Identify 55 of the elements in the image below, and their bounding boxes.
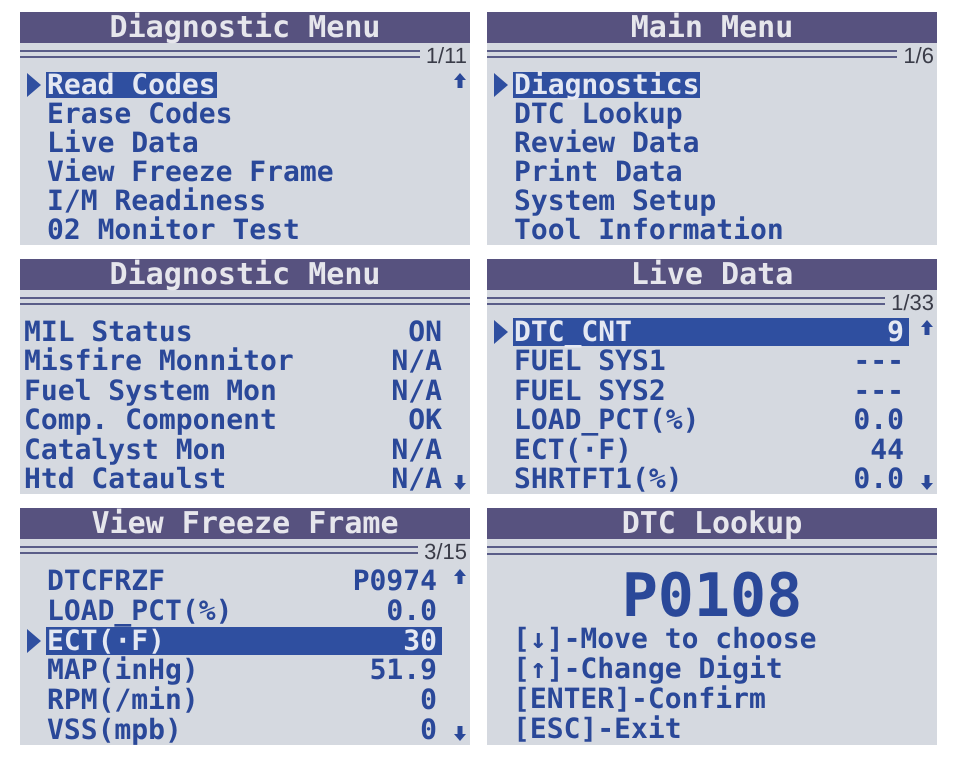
pointer-triangle-icon [27, 628, 41, 653]
menu-item[interactable]: Erase Codes [46, 100, 234, 127]
menu-item[interactable]: Tool Information [513, 217, 785, 244]
instruction-text: [ESC]-Exit [513, 714, 682, 744]
title-bar: View Freeze Frame [20, 508, 470, 539]
pointer-triangle-icon [27, 72, 41, 97]
status-label: Htd Cataulst [23, 466, 228, 492]
data-row[interactable]: RPM(/min) 0 [46, 686, 442, 714]
instruction-text: [↑]-Change Digit [513, 654, 783, 684]
status-label: Misfire Monnitor [23, 348, 295, 374]
status-value: N/A [391, 348, 442, 374]
page-counter: 3/15 [424, 540, 467, 563]
title-bar: Diagnostic Menu [20, 259, 470, 290]
pointer-triangle-icon [494, 320, 508, 344]
menu-item[interactable]: Live Data [46, 130, 200, 156]
title-bar: Live Data [487, 259, 937, 290]
data-row[interactable]: MAP(inHg) 51.9 [46, 656, 442, 684]
data-row[interactable]: ECT(·F) 30 [46, 626, 442, 655]
menu-item[interactable]: Read Codes [46, 72, 217, 98]
menu-item[interactable]: 02 Monitor Test [46, 217, 301, 244]
status-value: ON [408, 318, 442, 345]
data-row[interactable]: DTC_CNT 9 [513, 318, 909, 346]
data-row[interactable]: FUEL SYS1 --- [513, 347, 909, 376]
menu-item[interactable]: I/M Readiness [46, 188, 268, 214]
dtc-code: P0108 [622, 568, 802, 624]
status-label: Fuel System Mon [23, 378, 278, 404]
title-bar: DTC Lookup [487, 508, 937, 539]
menu-item[interactable]: System Setup [513, 188, 718, 214]
data-row[interactable]: LOAD_PCT(%) 0.0 [513, 406, 909, 434]
pointer-triangle-icon [494, 72, 508, 97]
data-row[interactable]: LOAD_PCT(%) 0.0 [46, 596, 442, 625]
page-counter: 1/11 [426, 44, 467, 67]
instruction-text: [↓]-Move to choose [513, 624, 816, 654]
status-value: N/A [391, 436, 442, 463]
menu-item[interactable]: DTC Lookup [513, 100, 684, 127]
menu-item[interactable]: Diagnostics [513, 72, 700, 98]
menu-item[interactable]: Print Data [513, 159, 684, 186]
data-row[interactable]: SHRTFT1(%) 0.0 [513, 465, 909, 494]
status-value: N/A [391, 378, 442, 404]
status-label: Comp. Component [23, 407, 278, 434]
data-row[interactable]: ECT(·F) 44 [513, 436, 909, 464]
data-row[interactable]: FUEL SYS2 --- [513, 376, 909, 405]
data-row[interactable]: VSS(mpb) 0 [46, 716, 442, 744]
page-counter: 1/6 [903, 44, 934, 67]
status-value: N/A [391, 466, 442, 492]
data-row[interactable]: DTCFRZF P0974 [46, 566, 442, 595]
title-bar: Main Menu [487, 12, 937, 43]
status-value: OK [408, 407, 442, 434]
menu-item[interactable]: View Freeze Frame [46, 159, 335, 186]
menu-item[interactable]: Review Data [513, 130, 700, 156]
page-counter: 1/33 [891, 291, 934, 314]
title-bar: Diagnostic Menu [20, 12, 470, 43]
status-label: Catalyst Mon [23, 436, 226, 463]
instruction-text: [ENTER]-Confirm [513, 684, 766, 714]
status-label: MIL Status [23, 318, 193, 345]
